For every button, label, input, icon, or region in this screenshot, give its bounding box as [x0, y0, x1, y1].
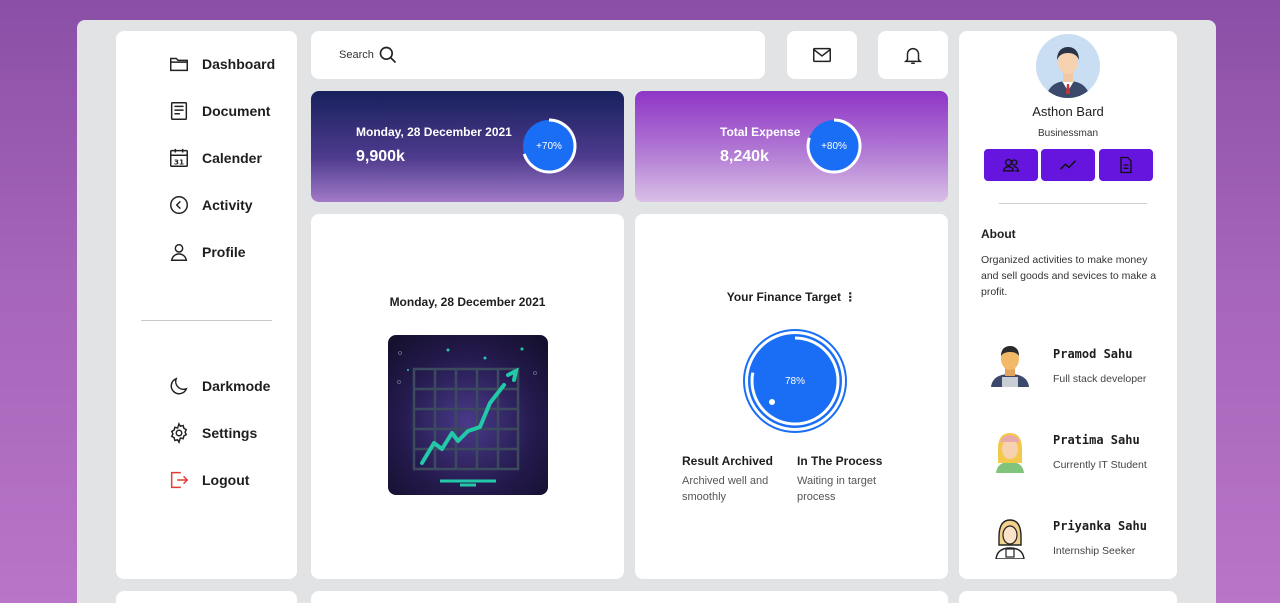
progress-label: +70%: [536, 140, 562, 152]
bottom-card-center: [311, 591, 948, 603]
file-icon: [1120, 156, 1132, 174]
folder-icon: [170, 57, 188, 72]
trend-icon: [1059, 160, 1077, 170]
sidebar-item-settings[interactable]: Settings: [168, 422, 257, 444]
mail-icon: [813, 47, 831, 63]
progress-ring: +70%: [519, 116, 579, 176]
finance-title: Your Finance Target ⋮: [726, 290, 857, 304]
mail-button[interactable]: [787, 31, 857, 79]
sidebar-item-dashboard[interactable]: Dashboard: [168, 53, 275, 75]
moon-icon: [170, 377, 188, 395]
stat-value: 9,900k: [356, 148, 405, 165]
sidebar-item-label: Settings: [202, 425, 258, 441]
search-bar[interactable]: Search: [311, 31, 765, 79]
stat-value: 8,240k: [720, 148, 769, 165]
sidebar-item-profile[interactable]: Profile: [168, 241, 246, 263]
finance-gauge: 78%: [742, 328, 848, 434]
logout-icon: [170, 471, 189, 489]
person-avatar-icon: [996, 433, 1024, 473]
sidebar-item-label: Activity: [202, 197, 253, 213]
sidebar-item-document[interactable]: Document: [168, 100, 270, 122]
profile-name: Asthon Bard: [1032, 104, 1104, 119]
sidebar-divider: [141, 320, 272, 321]
user-icon: [170, 243, 188, 261]
contact-role: Internship Seeker: [1053, 545, 1136, 557]
sidebar-item-activity[interactable]: Activity: [168, 194, 253, 216]
gear-icon: [170, 422, 188, 444]
contact-name: Priyanka Sahu: [1053, 519, 1147, 533]
svg-text:31: 31: [174, 157, 184, 166]
profile-divider: [999, 203, 1147, 204]
search-label: Search: [339, 49, 374, 61]
result-text: Archived well and smoothly: [682, 475, 769, 503]
growth-illustration: [388, 335, 548, 495]
profile-stats-button[interactable]: [1041, 149, 1095, 181]
bottom-card-right: [959, 591, 1177, 603]
avatar: [1036, 34, 1100, 98]
person-avatar-icon: [991, 346, 1029, 387]
contact-role: Currently IT Student: [1053, 459, 1147, 471]
about-heading: About: [981, 227, 1016, 241]
stat-title: Monday, 28 December 2021: [356, 125, 512, 139]
process-heading: In The Process: [797, 454, 883, 468]
profile-friends-button[interactable]: [984, 149, 1038, 181]
sidebar-item-darkmode[interactable]: Darkmode: [168, 375, 270, 397]
sidebar-item-label: Profile: [202, 244, 246, 260]
finance-percent: 78%: [784, 375, 805, 387]
result-archived: Result Archived Archived well and smooth…: [682, 454, 792, 505]
growth-date: Monday, 28 December 2021: [389, 295, 546, 309]
profile-card: Asthon Bard Businessman About Organized …: [959, 31, 1177, 579]
profile-docs-button[interactable]: [1099, 149, 1153, 181]
sidebar-item-label: Logout: [202, 472, 250, 488]
sidebar-item-label: Calender: [202, 150, 262, 166]
progress-label: +80%: [821, 140, 847, 152]
activity-icon: [170, 196, 188, 214]
sidebar: Dashboard Document 31 Calender Activity …: [116, 31, 297, 579]
contact-item[interactable]: Pramod Sahu Full stack developer: [987, 341, 1167, 391]
document-icon: [170, 102, 188, 120]
stat-title: Total Expense: [720, 125, 801, 139]
in-process: In The Process Waiting in target process: [797, 454, 897, 505]
progress-ring: +80%: [804, 116, 864, 176]
stat-card-income: Monday, 28 December 2021 9,900k +70%: [311, 91, 624, 202]
sidebar-item-logout[interactable]: Logout: [168, 469, 249, 491]
profile-role: Businessman: [1037, 128, 1099, 139]
contact-name: Pramod Sahu: [1053, 347, 1133, 361]
sidebar-item-calender[interactable]: 31 Calender: [168, 147, 262, 169]
sidebar-item-label: Darkmode: [202, 378, 271, 394]
sidebar-item-label: Dashboard: [202, 56, 276, 72]
notification-button[interactable]: [878, 31, 948, 79]
contact-item[interactable]: Priyanka Sahu Internship Seeker: [987, 513, 1167, 563]
about-text: Organized activities to make money and s…: [981, 254, 1157, 298]
users-icon: [1002, 158, 1020, 172]
stat-card-expense: Total Expense 8,240k +80%: [635, 91, 948, 202]
contact-item[interactable]: Pratima Sahu Currently IT Student: [987, 427, 1167, 477]
result-heading: Result Archived: [682, 454, 773, 468]
search-icon[interactable]: [378, 45, 398, 65]
process-text: Waiting in target process: [797, 475, 877, 503]
more-icon[interactable]: ⋮: [844, 290, 856, 304]
bell-icon: [903, 47, 923, 64]
contact-role: Full stack developer: [1053, 373, 1147, 385]
sidebar-item-label: Document: [202, 103, 271, 119]
person-avatar-icon: [995, 519, 1025, 559]
calendar-icon: 31: [170, 148, 188, 167]
bottom-card-left: [116, 591, 297, 603]
growth-card: Monday, 28 December 2021: [311, 214, 624, 579]
finance-target-card: Your Finance Target ⋮ 78% Result Archive…: [635, 214, 948, 579]
contact-name: Pratima Sahu: [1053, 433, 1140, 447]
